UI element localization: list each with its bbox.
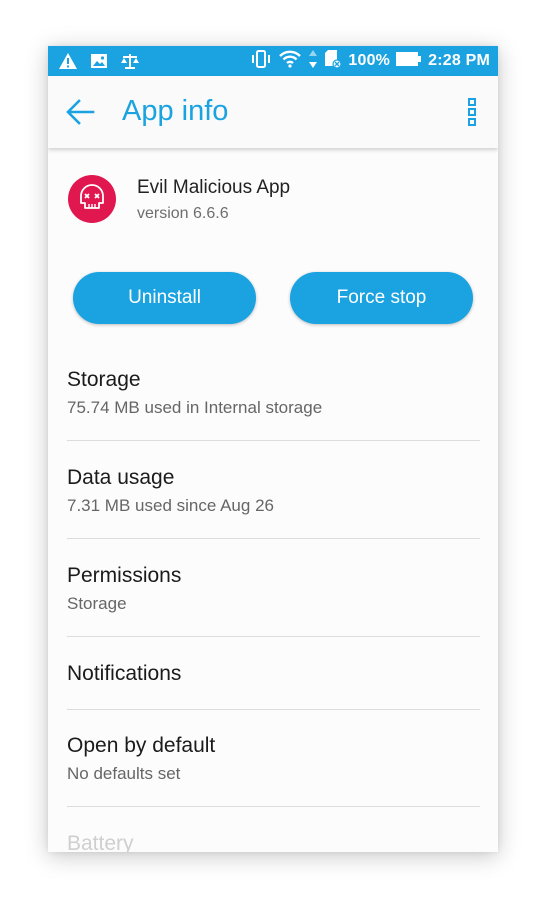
app-info-content: Evil Malicious App version 6.6.6 Uninsta…	[48, 148, 498, 852]
warning-icon	[58, 52, 78, 75]
divider	[67, 806, 480, 807]
status-bar: 100% 2:28 PM	[48, 46, 498, 76]
battery-title: Battery	[67, 832, 134, 852]
image-icon	[90, 52, 108, 75]
notifications-item[interactable]: Notifications	[67, 662, 480, 686]
app-name: Evil Malicious App	[137, 177, 291, 198]
battery-icon	[396, 51, 422, 72]
notifications-title: Notifications	[67, 662, 182, 685]
open-by-default-item[interactable]: Open by default No defaults set	[67, 734, 480, 784]
scale-icon	[120, 52, 140, 75]
more-vert-icon	[468, 98, 476, 126]
status-right: 100% 2:28 PM	[250, 46, 490, 76]
storage-subtitle: 75.74 MB used in Internal storage	[67, 398, 323, 417]
permissions-item[interactable]: Permissions Storage	[67, 564, 480, 614]
phone-screen: 100% 2:28 PM App info Evil Malicious App	[48, 46, 498, 852]
page-title: App info	[122, 95, 229, 127]
permissions-subtitle: Storage	[67, 594, 127, 613]
status-left-icons	[58, 52, 140, 75]
divider	[67, 538, 480, 539]
data-usage-subtitle: 7.31 MB used since Aug 26	[67, 496, 274, 515]
wifi-icon	[278, 49, 302, 74]
open-by-default-subtitle: No defaults set	[67, 764, 181, 783]
battery-percent: 100%	[348, 52, 391, 69]
app-version: version 6.6.6	[137, 205, 229, 222]
open-by-default-title: Open by default	[67, 734, 216, 757]
vibrate-icon	[250, 49, 272, 73]
sd-card-icon	[324, 49, 342, 74]
app-icon	[67, 174, 117, 224]
storage-item[interactable]: Storage 75.74 MB used in Internal storag…	[67, 368, 480, 418]
divider	[67, 440, 480, 441]
divider	[67, 636, 480, 637]
overflow-menu-button[interactable]	[460, 96, 484, 128]
skull-icon	[68, 175, 116, 223]
permissions-title: Permissions	[67, 564, 182, 587]
data-usage-title: Data usage	[67, 466, 175, 489]
storage-title: Storage	[67, 368, 141, 391]
battery-item[interactable]: Battery	[67, 832, 480, 852]
data-arrows-icon	[308, 49, 318, 74]
clock: 2:28 PM	[428, 52, 490, 69]
uninstall-button[interactable]: Uninstall	[73, 272, 256, 324]
app-bar: App info	[48, 76, 498, 148]
arrow-left-icon	[66, 99, 95, 125]
data-usage-item[interactable]: Data usage 7.31 MB used since Aug 26	[67, 466, 480, 516]
force-stop-button[interactable]: Force stop	[290, 272, 473, 324]
back-button[interactable]	[62, 94, 98, 130]
divider	[67, 709, 480, 710]
